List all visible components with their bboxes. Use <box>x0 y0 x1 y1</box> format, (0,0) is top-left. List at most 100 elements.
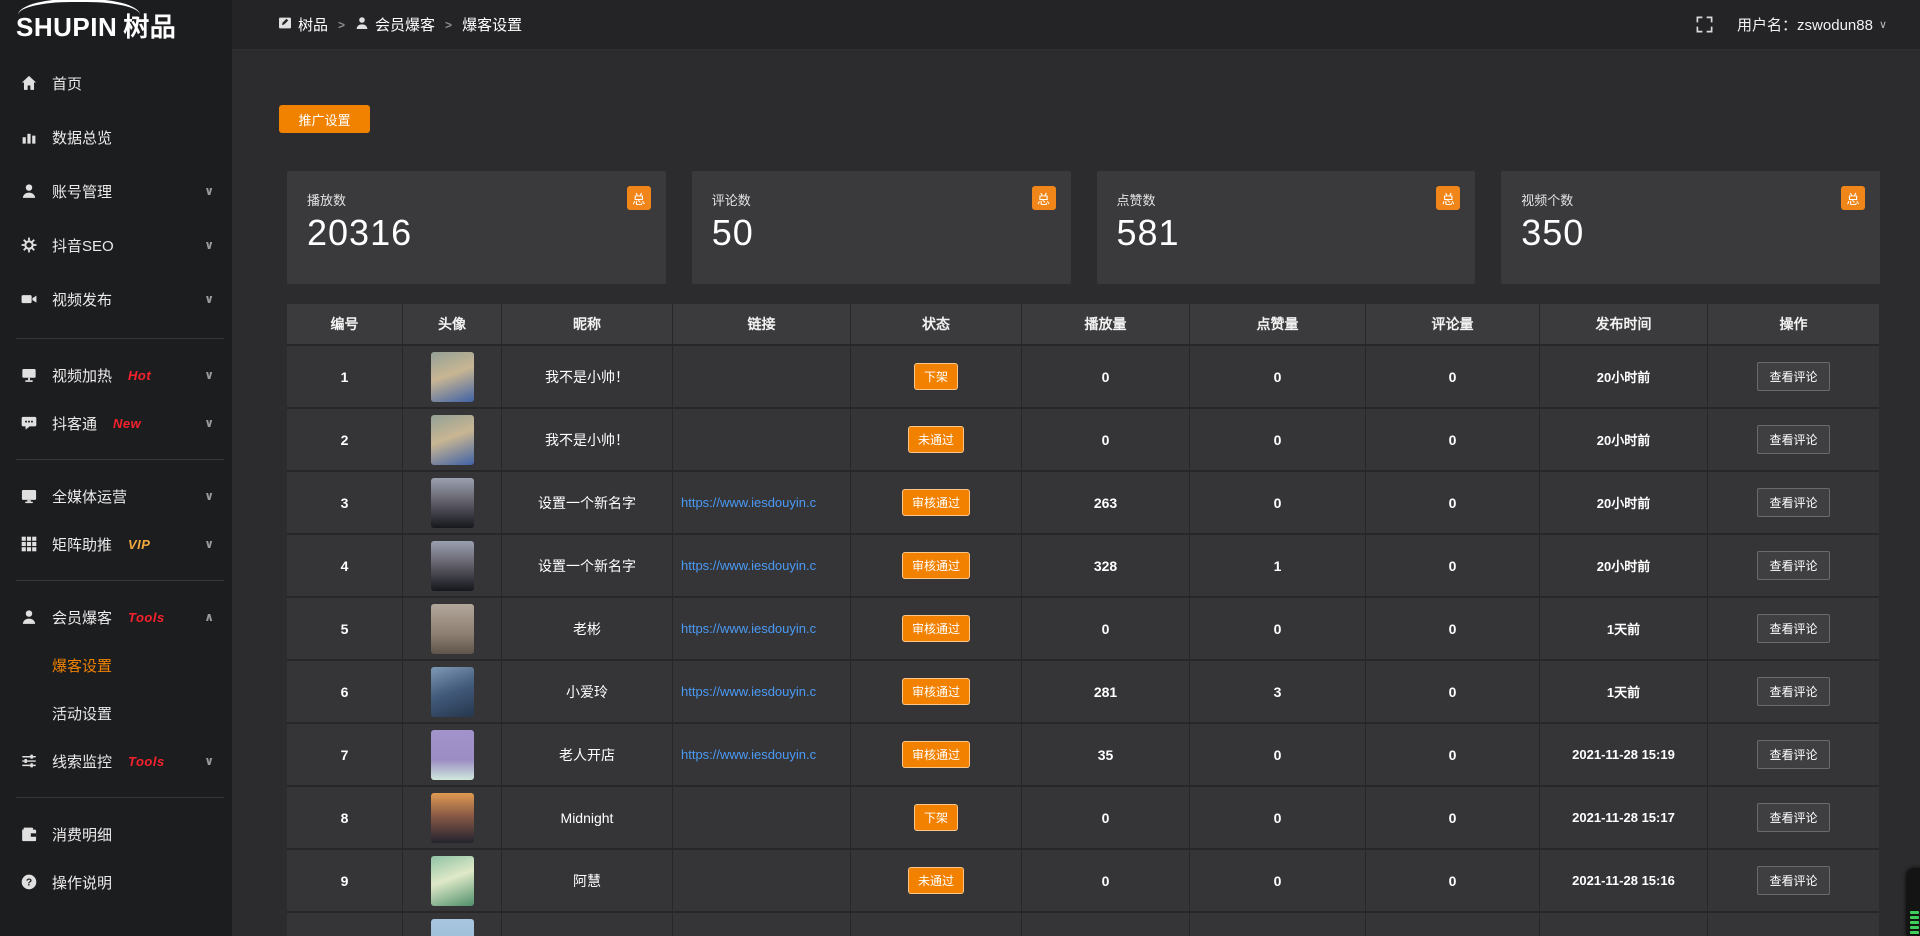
sidebar-item-label: 视频发布 <box>52 289 112 310</box>
username-dropdown[interactable]: 用户名：zswodun88 ∨ <box>1737 14 1887 35</box>
monitor-icon <box>20 488 37 505</box>
column-header: 评论量 <box>1366 304 1539 344</box>
sidebar-item-consumption-details[interactable]: 消费明细 <box>0 810 232 858</box>
cell-avatar <box>403 724 501 785</box>
cell-avatar <box>403 409 501 470</box>
sidebar-item-account-management[interactable]: 账号管理∨ <box>0 164 232 218</box>
stat-value: 581 <box>1117 212 1456 254</box>
sidebar-badge-tools: Tools <box>128 610 165 625</box>
avatar <box>431 541 474 591</box>
status-badge: 审核通过 <box>902 615 970 642</box>
stat-label: 视频个数 <box>1521 190 1860 209</box>
view-comments-button[interactable]: 查看评论 <box>1757 677 1829 706</box>
breadcrumb-separator: > <box>338 18 345 32</box>
cell-status: 审核通过 <box>851 472 1021 533</box>
sidebar-item-operation-guide[interactable]: ?操作说明 <box>0 858 232 906</box>
cell-plays: 0 <box>1022 409 1189 470</box>
sidebar-item-douketong[interactable]: 抖客通New∨ <box>0 399 232 447</box>
sidebar-item-matrix-boost[interactable]: 矩阵助推VIP∨ <box>0 520 232 568</box>
video-link[interactable]: https://www.iesdouyin.c <box>681 621 816 636</box>
cell-link: https://www.iesdouyin.c <box>673 472 850 533</box>
stat-card-plays-total: 播放数20316总 <box>287 171 666 284</box>
video-link[interactable]: https://www.iesdouyin.c <box>681 495 816 510</box>
cell-nickname: 阿慧 <box>502 850 672 911</box>
breadcrumb-item-member-baoke[interactable]: 会员爆客 <box>355 14 435 35</box>
video-link[interactable]: https://www.iesdouyin.c <box>681 558 816 573</box>
promo-settings-button[interactable]: 推广设置 <box>279 105 370 133</box>
cell-status: 审核通过 <box>851 724 1021 785</box>
column-header: 播放量 <box>1022 304 1189 344</box>
avatar <box>431 919 474 936</box>
cell-link: https://www.iesdouyin.c <box>673 598 850 659</box>
sidebar-item-label: 矩阵助推 <box>52 534 112 555</box>
sidebar-menu: 首页数据总览账号管理∨抖音SEO∨视频发布∨视频加热Hot∨抖客通New∨全媒体… <box>0 46 232 906</box>
cell-likes <box>1190 913 1365 936</box>
breadcrumb: 树品>会员爆客>爆客设置 <box>278 14 522 35</box>
status-badge: 审核通过 <box>902 741 970 768</box>
view-comments-button[interactable]: 查看评论 <box>1757 551 1829 580</box>
sidebar-item-douyin-seo[interactable]: 抖音SEO∨ <box>0 218 232 272</box>
cell-comments: 0 <box>1366 346 1539 407</box>
green-bar <box>1910 926 1919 929</box>
fullscreen-icon[interactable] <box>1696 16 1713 33</box>
sidebar-item-member-baoke[interactable]: 会员爆客Tools∧ <box>0 593 232 641</box>
cell-comments: 0 <box>1366 787 1539 848</box>
cell-link <box>673 787 850 848</box>
cell-avatar <box>403 850 501 911</box>
sidebar-item-label: 消费明细 <box>52 824 112 845</box>
svg-text:?: ? <box>25 878 31 889</box>
stat-card-videos-total: 视频个数350总 <box>1501 171 1880 284</box>
cell-comments: 0 <box>1366 535 1539 596</box>
breadcrumb-item-shupin[interactable]: 树品 <box>278 14 328 35</box>
cell-comments: 0 <box>1366 409 1539 470</box>
chevron-down-icon: ∨ <box>204 416 214 430</box>
sidebar-subitem-baoke-settings[interactable]: 爆客设置 <box>0 641 232 689</box>
cell-avatar <box>403 472 501 533</box>
cell-plays: 328 <box>1022 535 1189 596</box>
sidebar-item-clue-monitoring[interactable]: 线索监控Tools∨ <box>0 737 232 785</box>
breadcrumb-label: 树品 <box>298 14 328 35</box>
cell-status: 审核通过 <box>851 598 1021 659</box>
sidebar-divider <box>0 326 232 351</box>
sidebar-item-label: 抖客通 <box>52 413 97 434</box>
view-comments-button[interactable]: 查看评论 <box>1757 362 1829 391</box>
brand-logo[interactable]: SHUPIN树品 <box>0 0 232 46</box>
sidebar-subitem-activity-settings[interactable]: 活动设置 <box>0 689 232 737</box>
cell-avatar <box>403 913 501 936</box>
sidebar-item-home[interactable]: 首页 <box>0 56 232 110</box>
topbar: 树品>会员爆客>爆客设置 用户名：zswodun88 ∨ <box>232 0 1920 50</box>
sidebar-item-video-heating[interactable]: 视频加热Hot∨ <box>0 351 232 399</box>
cell-status: 未通过 <box>851 409 1021 470</box>
view-comments-button[interactable]: 查看评论 <box>1757 866 1829 895</box>
sidebar-item-label: 会员爆客 <box>52 607 112 628</box>
view-comments-button[interactable]: 查看评论 <box>1757 488 1829 517</box>
view-comments-button[interactable]: 查看评论 <box>1757 803 1829 832</box>
sidebar-item-data-overview[interactable]: 数据总览 <box>0 110 232 164</box>
avatar <box>431 604 474 654</box>
cell-publish-time: 2021-11-28 15:17 <box>1540 787 1707 848</box>
breadcrumb-item-baoke-settings: 爆客设置 <box>462 14 522 35</box>
avatar <box>431 478 474 528</box>
view-comments-button[interactable]: 查看评论 <box>1757 425 1829 454</box>
video-link[interactable]: https://www.iesdouyin.c <box>681 684 816 699</box>
stat-label: 评论数 <box>712 190 1051 209</box>
video-link[interactable]: https://www.iesdouyin.c <box>681 747 816 762</box>
column-header: 头像 <box>403 304 501 344</box>
status-badge: 审核通过 <box>902 678 970 705</box>
cell-publish-time: 1天前 <box>1540 661 1707 722</box>
extension-overlay-widget[interactable] <box>1906 868 1920 936</box>
breadcrumb-label: 会员爆客 <box>375 14 435 35</box>
cell-plays: 263 <box>1022 472 1189 533</box>
sidebar-item-omni-media-operation[interactable]: 全媒体运营∨ <box>0 472 232 520</box>
sidebar-item-video-publish[interactable]: 视频发布∨ <box>0 272 232 326</box>
cell-plays: 0 <box>1022 850 1189 911</box>
view-comments-button[interactable]: 查看评论 <box>1757 740 1829 769</box>
cell-comments: 0 <box>1366 472 1539 533</box>
app-icon <box>278 16 292 34</box>
view-comments-button[interactable]: 查看评论 <box>1757 614 1829 643</box>
cell-nickname: 我不是小帅！ <box>502 346 672 407</box>
chevron-down-icon: ∨ <box>204 754 214 768</box>
sidebar-badge-hot: Hot <box>128 368 151 383</box>
stats-row: 播放数20316总评论数50总点赞数581总视频个数350总 <box>287 171 1880 284</box>
logo-text-en: SHUPIN <box>16 12 117 42</box>
